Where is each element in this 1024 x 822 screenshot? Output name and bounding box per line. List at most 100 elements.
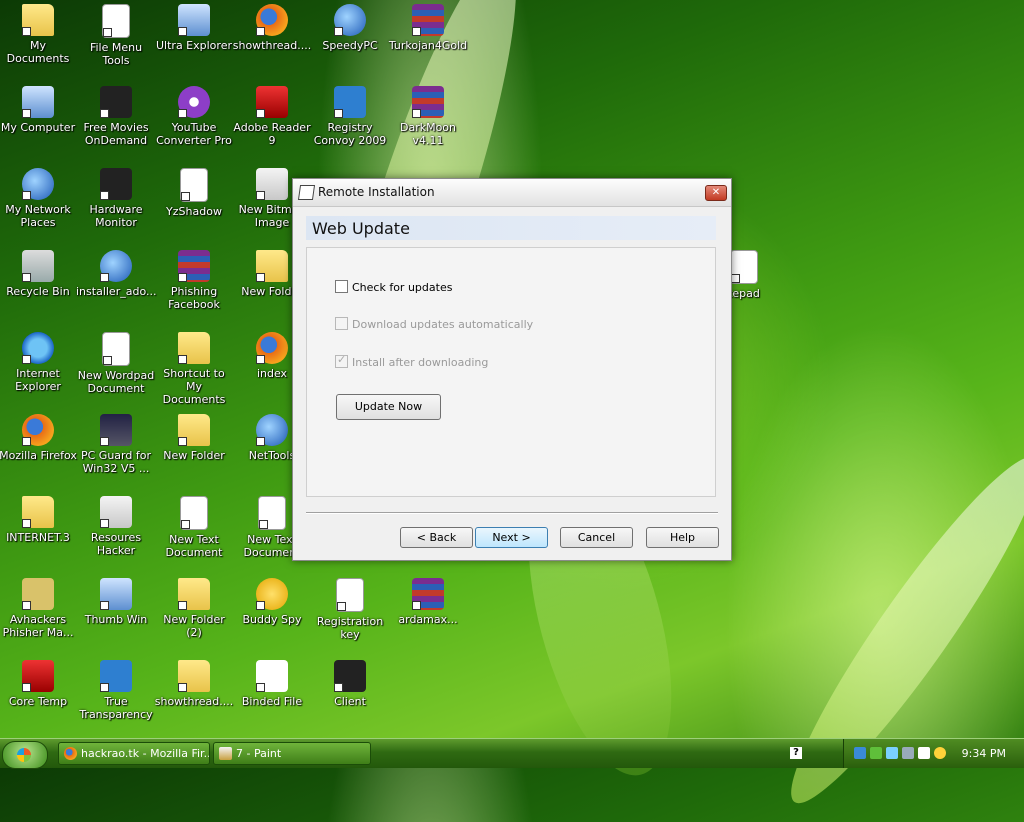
check-updates-checkbox[interactable] (335, 280, 348, 293)
desktop-icon[interactable]: Thumb Win (76, 578, 156, 658)
desktop-icon[interactable]: New Folder (154, 414, 234, 494)
desktop-icon-label: Registration key (316, 615, 384, 641)
desktop-icon-label: showthread.... (232, 39, 312, 52)
volume-icon[interactable] (902, 747, 914, 759)
messenger-icon[interactable] (934, 747, 946, 759)
dialog-title: Remote Installation (318, 185, 435, 199)
doc-icon (258, 496, 286, 530)
next-button[interactable]: Next > (475, 527, 548, 548)
cancel-button[interactable]: Cancel (560, 527, 633, 548)
desktop-icon[interactable]: Binded File (232, 660, 312, 740)
desktop-icon-label: Shortcut to My Documents (162, 367, 226, 406)
close-button[interactable]: ✕ (705, 185, 727, 201)
desktop-icon[interactable]: True Transparency (76, 660, 156, 740)
desktop-icon-label: PC Guard for Win32 V5 ... (81, 449, 151, 475)
check-updates-option[interactable]: Check for updates (335, 280, 452, 294)
network-icon[interactable] (854, 747, 866, 759)
firefox-icon (64, 747, 77, 760)
monitor-icon[interactable] (886, 747, 898, 759)
desktop-icon[interactable]: Avhackers Phisher Ma... (0, 578, 78, 658)
desktop-icon-label: Avhackers Phisher Ma... (2, 613, 74, 639)
dialog-titlebar[interactable]: Remote Installation ✕ (293, 179, 731, 207)
clock: 9:34 PM (961, 747, 1006, 760)
desktop-icon[interactable]: installer_ado... (76, 250, 156, 330)
desktop-icon-label: Turkojan4Gold (388, 39, 468, 52)
desktop-icon[interactable]: Turkojan4Gold (388, 4, 468, 84)
desktop-icon-label: File Menu Tools (89, 41, 143, 67)
paint-icon (256, 168, 288, 200)
notepad-icon[interactable] (918, 747, 930, 759)
update-now-button[interactable]: Update Now (336, 394, 441, 420)
start-button[interactable] (2, 741, 48, 769)
yellow-icon (256, 578, 288, 610)
desktop-icon[interactable]: Hardware Monitor (76, 168, 156, 248)
pc-icon (100, 578, 132, 610)
desktop-icon[interactable]: Registry Convoy 2009 (310, 86, 390, 166)
desktop-icon[interactable]: Phishing Facebook (154, 250, 234, 330)
taskbar-item-firefox[interactable]: hackrao.tk - Mozilla Fir... (58, 742, 210, 765)
desktop-icon-label: True Transparency (79, 695, 153, 721)
desktop-icon[interactable]: Recycle Bin (0, 250, 78, 330)
desktop-icon[interactable]: Registration key (310, 578, 390, 658)
desktop-icon[interactable]: SpeedyPC (310, 4, 390, 84)
back-button[interactable]: < Back (400, 527, 473, 548)
doc-icon (102, 4, 130, 38)
tl-icon (334, 86, 366, 118)
desktop-icon[interactable]: INTERNET.3 (0, 496, 78, 576)
desktop-icon[interactable]: Shortcut to My Documents (154, 332, 234, 412)
desktop-icon[interactable]: showthread.... (232, 4, 312, 84)
help-icon[interactable]: ? (790, 747, 802, 759)
desktop-icon[interactable]: Ultra Explorer (154, 4, 234, 84)
taskbar-item-paint[interactable]: 7 - Paint (213, 742, 371, 765)
help-button[interactable]: Help (646, 527, 719, 548)
globe-icon (334, 4, 366, 36)
pc-icon (178, 4, 210, 36)
desktop-icon[interactable]: New Wordpad Document (76, 332, 156, 412)
desktop-icon[interactable]: New Folder (2) (154, 578, 234, 658)
desktop-icon[interactable]: PC Guard for Win32 V5 ... (76, 414, 156, 494)
desktop-icon[interactable]: Client (310, 660, 390, 740)
rar-icon (412, 4, 444, 36)
desktop-icon[interactable]: File Menu Tools (76, 4, 156, 84)
folder-icon (256, 250, 288, 282)
download-auto-option: Download updates automatically (335, 317, 533, 331)
desktop-icon[interactable]: New Text Document (154, 496, 234, 576)
desktop-icon-label: Adobe Reader 9 (233, 121, 311, 147)
desktop-icon[interactable]: DarkMoon v4.11 (388, 86, 468, 166)
desktop-icon[interactable]: My Computer (0, 86, 78, 166)
paint-icon (100, 496, 132, 528)
desktop-icon[interactable]: My Network Places (0, 168, 78, 248)
folder-icon (178, 660, 210, 692)
desktop-icon-label: ardamax... (398, 613, 458, 626)
desktop-icon[interactable]: YouTube Converter Pro (154, 86, 234, 166)
folder-icon (178, 414, 210, 446)
pc-icon (22, 86, 54, 118)
bunny-icon (256, 660, 288, 692)
divider (306, 512, 718, 514)
globe-icon (100, 250, 132, 282)
desktop-icon-label: INTERNET.3 (6, 531, 70, 544)
taskbar-item-label: 7 - Paint (236, 747, 282, 760)
desktop-icon[interactable]: YzShadow (154, 168, 234, 248)
desktop-icon-label: New Wordpad Document (77, 369, 155, 395)
desktop-icon[interactable]: Resoures Hacker (76, 496, 156, 576)
desktop-icon[interactable]: ardamax... (388, 578, 468, 658)
desktop-icon[interactable]: Adobe Reader 9 (232, 86, 312, 166)
remote-installation-dialog: Remote Installation ✕ Web Update Check f… (292, 178, 732, 561)
desktop-icon-label: YouTube Converter Pro (156, 121, 232, 147)
desktop-icon-label: SpeedyPC (322, 39, 378, 52)
doc-icon (102, 332, 130, 366)
desktop-icon[interactable]: Core Temp (0, 660, 78, 740)
taskbar: hackrao.tk - Mozilla Fir... 7 - Paint ? … (0, 738, 1024, 769)
bin-icon (22, 250, 54, 282)
desktop-icon[interactable]: Mozilla Firefox (0, 414, 78, 494)
desktop-icon-label: Internet Explorer (15, 367, 61, 393)
doc-icon (180, 168, 208, 202)
desktop-icon[interactable]: Internet Explorer (0, 332, 78, 412)
desktop-icon[interactable]: showthread.... (154, 660, 234, 740)
desktop-icon[interactable]: Free Movies OnDemand (76, 86, 156, 166)
dark-icon (100, 168, 132, 200)
desktop-icon[interactable]: My Documents (0, 4, 78, 84)
tray-app-icon[interactable] (870, 747, 882, 759)
desktop-icon[interactable]: Buddy Spy (232, 578, 312, 658)
